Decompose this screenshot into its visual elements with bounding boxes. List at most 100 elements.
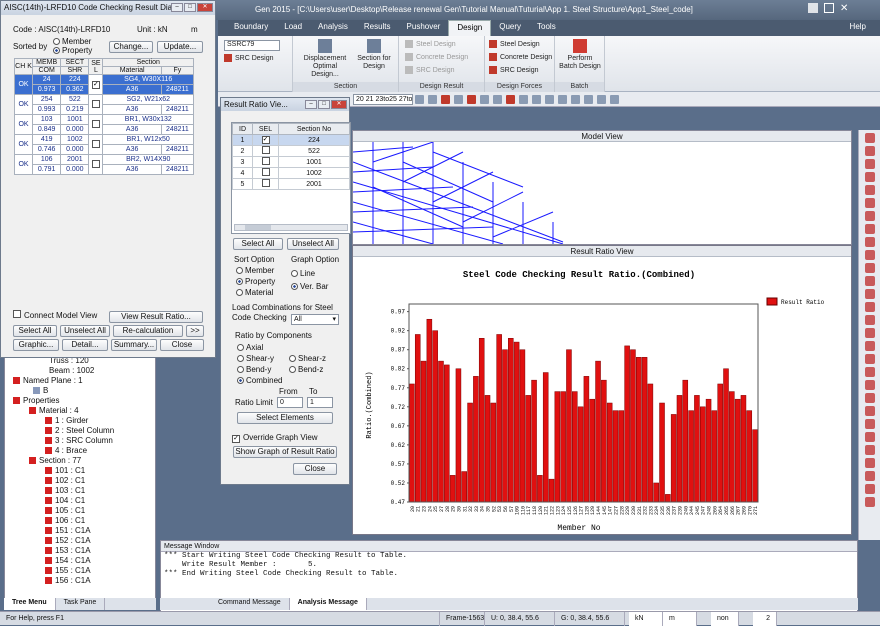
checkbox[interactable] bbox=[261, 146, 270, 154]
sel-cell[interactable] bbox=[88, 94, 104, 115]
close-icon[interactable]: ✕ bbox=[331, 100, 347, 109]
sel-cell[interactable]: ✓ bbox=[88, 74, 104, 95]
checkbox[interactable]: ✓ bbox=[232, 435, 240, 443]
change-button[interactable]: Change... bbox=[109, 41, 153, 53]
side-tool-icon-12[interactable] bbox=[864, 276, 875, 286]
side-tool-icon-13[interactable] bbox=[864, 289, 875, 299]
toolbar-icon-10[interactable] bbox=[532, 94, 541, 104]
side-tool-icon-11[interactable] bbox=[864, 263, 875, 273]
maximize-icon[interactable]: □ bbox=[318, 100, 330, 109]
toolbar-icon-2[interactable] bbox=[428, 94, 437, 104]
structure-wireframe[interactable] bbox=[353, 142, 851, 244]
side-tool-icon-2[interactable] bbox=[864, 146, 875, 156]
checkbox[interactable]: ✓ bbox=[261, 136, 270, 144]
tab-design[interactable]: Design bbox=[448, 20, 492, 36]
tree-node[interactable]: 101 : C1 bbox=[5, 466, 155, 476]
side-tool-icon-19[interactable] bbox=[864, 367, 875, 377]
tree-node[interactable]: 156 : C1A bbox=[5, 576, 155, 586]
bend-z-radio[interactable]: Bend-z bbox=[289, 365, 323, 374]
tab-pushover[interactable]: Pushover bbox=[399, 20, 449, 36]
steel-design-result-button[interactable]: Steel Design bbox=[405, 40, 456, 48]
tree-node[interactable]: 151 : C1A bbox=[5, 526, 155, 536]
table-row[interactable]: 4 1002 bbox=[232, 167, 350, 179]
tab-command-message[interactable]: Command Message bbox=[210, 598, 290, 610]
side-tool-icon-20[interactable] bbox=[864, 380, 875, 390]
graph-bar-radio[interactable]: Ver. Bar bbox=[291, 282, 328, 291]
design-code-select[interactable]: SSRC79 bbox=[224, 40, 280, 51]
checkbox[interactable] bbox=[91, 159, 100, 168]
toolbar-icon-14[interactable] bbox=[584, 94, 593, 104]
table-row[interactable]: 2 522 bbox=[232, 145, 350, 157]
recalculation-button[interactable]: Re-calculation bbox=[113, 325, 183, 337]
toolbar-icon-8[interactable] bbox=[506, 94, 515, 104]
src-design-result-button[interactable]: SRC Design bbox=[405, 66, 455, 74]
tree-node[interactable]: 154 : C1A bbox=[5, 556, 155, 566]
checkbox[interactable] bbox=[91, 119, 100, 128]
close-button[interactable]: Close bbox=[160, 339, 204, 351]
length-unit-select[interactable]: m bbox=[663, 611, 697, 626]
update-button[interactable]: Update... bbox=[157, 41, 203, 53]
toolbar-icon-13[interactable] bbox=[571, 94, 580, 104]
tree-node[interactable]: 102 : C1 bbox=[5, 476, 155, 486]
sel-cell[interactable] bbox=[88, 114, 104, 135]
sort-property-radio[interactable]: Property bbox=[53, 46, 92, 55]
shear-z-radio[interactable]: Shear-z bbox=[289, 354, 326, 363]
checkbox[interactable] bbox=[261, 179, 270, 187]
side-tool-icon-23[interactable] bbox=[864, 419, 875, 429]
tree-node[interactable]: 152 : C1A bbox=[5, 536, 155, 546]
maximize-icon[interactable]: □ bbox=[184, 3, 196, 12]
load-combination-field[interactable]: 20 21 23to25 27to2 bbox=[353, 93, 413, 105]
displacement-optimal-design-button[interactable]: Displacement Optimal Design... bbox=[301, 39, 349, 79]
tree-node[interactable]: 3 : SRC Column bbox=[5, 436, 155, 446]
horizontal-scrollbar[interactable] bbox=[234, 224, 348, 231]
checkbox[interactable] bbox=[13, 310, 21, 318]
tree-node[interactable]: B bbox=[5, 386, 155, 396]
sort-material-radio[interactable]: Material bbox=[236, 288, 273, 297]
checkbox[interactable]: ✓ bbox=[91, 80, 100, 89]
steel-design-forces-button[interactable]: Steel Design bbox=[489, 40, 540, 48]
sel-cell[interactable] bbox=[88, 134, 104, 155]
help-menu[interactable]: Help bbox=[842, 20, 874, 36]
bend-y-radio[interactable]: Bend-y bbox=[237, 365, 271, 374]
side-tool-icon-28[interactable] bbox=[864, 484, 875, 494]
perform-batch-design-button[interactable]: Perform Batch Design bbox=[558, 39, 602, 71]
summary-button[interactable]: Summary... bbox=[111, 339, 157, 351]
checkbox[interactable] bbox=[261, 168, 270, 176]
table-row[interactable]: 0.993 0.219 A36 248211 bbox=[15, 104, 195, 115]
side-tool-icon-7[interactable] bbox=[864, 211, 875, 221]
toolbar-icon-1[interactable] bbox=[415, 94, 424, 104]
src-design-dropdown[interactable]: SRC Design bbox=[224, 54, 274, 62]
none-select[interactable]: non bbox=[711, 611, 739, 626]
side-tool-icon-26[interactable] bbox=[864, 458, 875, 468]
minimize-icon[interactable]: – bbox=[171, 3, 183, 12]
select-all-button[interactable]: Select All bbox=[233, 238, 283, 250]
override-graph-view-checkbox[interactable]: ✓ Override Graph View bbox=[232, 433, 318, 443]
table-row[interactable]: 0.791 0.000 A36 248211 bbox=[15, 164, 195, 175]
checkbox[interactable] bbox=[261, 157, 270, 165]
tree-node[interactable]: 104 : C1 bbox=[5, 496, 155, 506]
sel-cell[interactable] bbox=[252, 145, 279, 157]
table-row[interactable]: 0.746 0.000 A36 248211 bbox=[15, 144, 195, 155]
tab-results[interactable]: Results bbox=[356, 20, 399, 36]
toolbar-icon-11[interactable] bbox=[545, 94, 554, 104]
checkbox[interactable] bbox=[91, 139, 100, 148]
toolbar-icon-15[interactable] bbox=[597, 94, 606, 104]
scroll-thumb[interactable] bbox=[245, 225, 271, 230]
more-button[interactable]: >> bbox=[186, 325, 204, 337]
tab-task-pane[interactable]: Task Pane bbox=[56, 598, 106, 610]
side-tool-icon-24[interactable] bbox=[864, 432, 875, 442]
toolbar-icon-16[interactable] bbox=[610, 94, 619, 104]
table-row[interactable]: OK 103 1001 BR1, W30x132 bbox=[13, 114, 194, 135]
table-row[interactable]: 0.849 0.000 A36 248211 bbox=[15, 124, 195, 135]
table-row[interactable]: OK 419 1002 BR1, W12x50 bbox=[13, 134, 194, 155]
tab-tools[interactable]: Tools bbox=[529, 20, 564, 36]
toolbar-icon-9[interactable] bbox=[519, 94, 528, 104]
ratio-from-input[interactable]: 0 bbox=[277, 397, 303, 408]
graphic-button[interactable]: Graphic... bbox=[13, 339, 59, 351]
side-tool-icon-3[interactable] bbox=[864, 159, 875, 169]
concrete-design-forces-button[interactable]: Concrete Design bbox=[489, 53, 552, 61]
tab-query[interactable]: Query bbox=[491, 20, 529, 36]
side-tool-icon-15[interactable] bbox=[864, 315, 875, 325]
show-graph-button[interactable]: Show Graph of Result Ratio bbox=[233, 446, 337, 458]
minimize-icon[interactable] bbox=[808, 3, 818, 13]
